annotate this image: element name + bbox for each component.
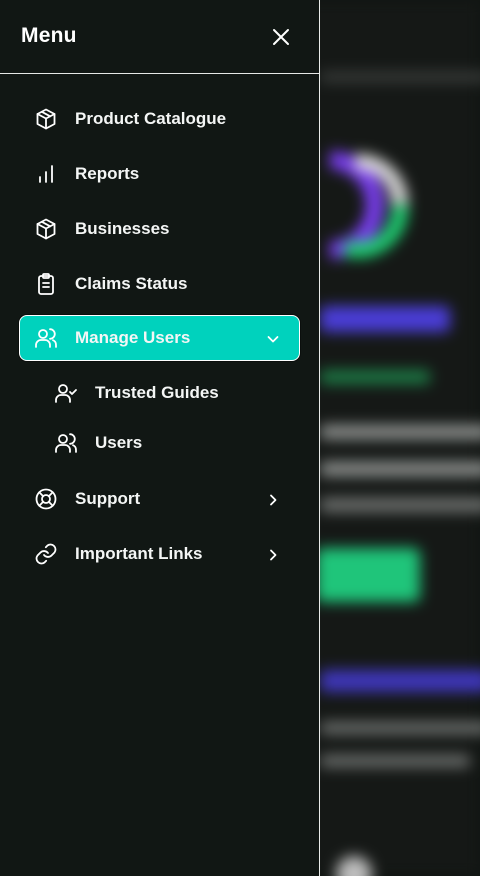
submenu-item-label: Trusted Guides [95,383,219,402]
close-icon [271,27,291,47]
background-subtitle [320,370,430,384]
background-text [320,722,480,734]
background-text [320,498,480,512]
menu-item-label: Manage Users [75,328,191,347]
menu-item-important-links[interactable]: Important Links [19,531,300,577]
box-icon [34,217,58,241]
background-text [320,755,470,767]
menu-item-label: Support [75,489,141,508]
navigation-drawer: Menu Product Catalogue Reports Businesse… [0,0,320,876]
users-icon [34,326,58,350]
background-heading [320,670,480,692]
menu-item-label: Important Links [75,544,203,563]
chevron-right-icon [263,490,283,510]
background-avatar [336,856,372,876]
user-check-icon [54,381,78,405]
lifebuoy-icon [34,487,58,511]
menu-item-product-catalogue[interactable]: Product Catalogue [19,96,300,142]
drawer-title: Menu [21,24,77,47]
clipboard-icon [34,272,58,296]
background-text [320,425,480,439]
background-title [320,306,450,332]
menu-item-label: Product Catalogue [75,109,227,128]
submenu-item-label: Users [95,433,143,452]
screen: Menu Product Catalogue Reports Businesse… [0,0,480,876]
link-icon [34,542,58,566]
submenu-item-users[interactable]: Users [36,423,300,463]
box-icon [34,107,58,131]
chevron-right-icon [263,545,283,565]
menu-item-support[interactable]: Support [19,476,300,522]
chevron-down-icon [263,329,283,349]
close-button[interactable] [268,24,294,50]
background-button [316,548,420,602]
users-icon [54,431,78,455]
submenu-item-trusted-guides[interactable]: Trusted Guides [36,373,300,413]
menu-item-manage-users[interactable]: Manage Users [19,315,300,361]
menu-item-label: Businesses [75,219,170,238]
menu-item-label: Claims Status [75,274,188,293]
background-text [320,462,480,476]
drawer-header: Menu [0,0,319,74]
background-topbar [320,72,480,82]
menu-item-label: Reports [75,164,140,183]
menu-item-claims-status[interactable]: Claims Status [19,261,300,307]
menu-item-reports[interactable]: Reports [19,151,300,197]
menu-item-businesses[interactable]: Businesses [19,206,300,252]
bar-chart-icon [34,162,58,186]
